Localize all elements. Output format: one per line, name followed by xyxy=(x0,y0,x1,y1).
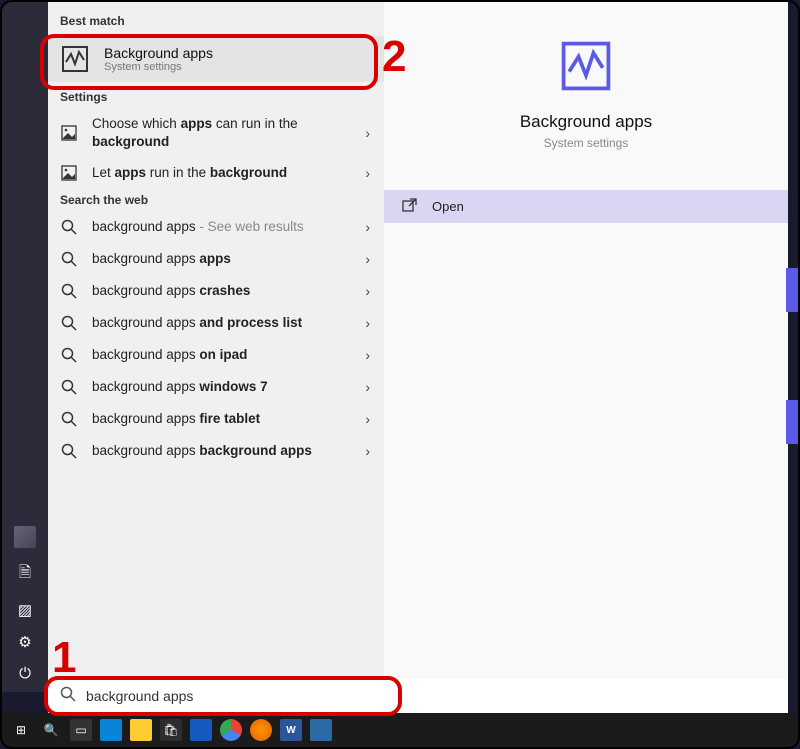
open-button[interactable]: Open xyxy=(384,190,788,223)
accent-bar xyxy=(786,400,798,444)
user-avatar[interactable] xyxy=(14,526,36,548)
search-icon xyxy=(60,410,78,428)
web-result-label: background apps crashes xyxy=(92,282,372,300)
search-icon xyxy=(60,442,78,460)
settings-result-label: Choose which apps can run in the backgro… xyxy=(92,115,372,150)
search-button[interactable]: 🔍 xyxy=(40,719,62,741)
best-match-subtitle: System settings xyxy=(104,61,213,73)
open-label: Open xyxy=(432,199,464,214)
mail-icon[interactable] xyxy=(190,719,212,741)
web-result[interactable]: background apps crashes› xyxy=(48,275,384,307)
settings-result[interactable]: Choose which apps can run in the backgro… xyxy=(48,108,384,157)
start-button[interactable]: ⊞ xyxy=(10,719,32,741)
settings-result-label: Let apps run in the background xyxy=(92,164,372,182)
search-icon xyxy=(60,314,78,332)
results-column: Best match Background apps System settin… xyxy=(48,2,384,692)
chevron-right-icon: › xyxy=(365,411,370,427)
web-result-label: background apps apps xyxy=(92,250,372,268)
pictures-icon[interactable]: ▨ xyxy=(18,601,32,619)
web-result[interactable]: background apps - See web results› xyxy=(48,211,384,243)
web-result[interactable]: background apps and process list› xyxy=(48,307,384,339)
web-result[interactable]: background apps windows 7› xyxy=(48,371,384,403)
activity-icon xyxy=(556,36,616,96)
web-result-label: background apps background apps xyxy=(92,442,372,460)
app-icon[interactable] xyxy=(310,719,332,741)
web-result[interactable]: background apps apps› xyxy=(48,243,384,275)
best-match-item[interactable]: Background apps System settings xyxy=(48,36,384,82)
annotation-number-1: 1 xyxy=(52,633,76,683)
best-match-title: Background apps xyxy=(104,45,213,61)
settings-gear-icon[interactable]: ⚙ xyxy=(18,633,31,651)
word-icon[interactable]: W xyxy=(280,719,302,741)
section-best-match: Best match xyxy=(48,10,384,32)
picture-icon xyxy=(60,124,78,142)
chevron-right-icon: › xyxy=(365,219,370,235)
edge-icon[interactable] xyxy=(100,719,122,741)
web-result-label: background apps fire tablet xyxy=(92,410,372,428)
chrome-icon[interactable] xyxy=(220,719,242,741)
chevron-right-icon: › xyxy=(365,315,370,331)
search-icon xyxy=(60,686,76,707)
search-icon xyxy=(60,346,78,364)
open-icon xyxy=(402,198,418,215)
web-result-label: background apps and process list xyxy=(92,314,372,332)
left-rail: 🗎 ▨ ⚙ ⏻ xyxy=(2,2,48,692)
taskbar: ⊞ 🔍 ▭ 🛍 W xyxy=(2,713,798,747)
chevron-right-icon: › xyxy=(365,379,370,395)
web-result-label: background apps on ipad xyxy=(92,346,372,364)
store-icon[interactable]: 🛍 xyxy=(160,719,182,741)
annotation-number-2: 2 xyxy=(382,32,406,82)
web-result[interactable]: background apps on ipad› xyxy=(48,339,384,371)
document-icon[interactable]: 🗎 xyxy=(19,562,31,587)
search-panel: Best match Background apps System settin… xyxy=(48,2,788,692)
web-result[interactable]: background apps background apps› xyxy=(48,435,384,467)
preview-subtitle: System settings xyxy=(544,136,629,150)
search-icon xyxy=(60,378,78,396)
chevron-right-icon: › xyxy=(365,165,370,181)
web-result-label: background apps - See web results xyxy=(92,218,372,236)
chevron-right-icon: › xyxy=(365,125,370,141)
activity-icon xyxy=(60,44,90,74)
section-web: Search the web xyxy=(48,189,384,211)
preview-title: Background apps xyxy=(520,112,652,132)
window-frame: 🗎 ▨ ⚙ ⏻ Best match Background apps Syste… xyxy=(0,0,800,749)
search-icon xyxy=(60,250,78,268)
explorer-icon[interactable] xyxy=(130,719,152,741)
settings-result[interactable]: Let apps run in the background› xyxy=(48,157,384,189)
chevron-right-icon: › xyxy=(365,347,370,363)
section-settings: Settings xyxy=(48,86,384,108)
chevron-right-icon: › xyxy=(365,251,370,267)
power-icon[interactable]: ⏻ xyxy=(19,665,31,682)
accent-bar xyxy=(786,268,798,312)
search-box[interactable] xyxy=(48,679,788,713)
search-icon xyxy=(60,218,78,236)
search-icon xyxy=(60,282,78,300)
chevron-right-icon: › xyxy=(365,443,370,459)
firefox-icon[interactable] xyxy=(250,719,272,741)
web-result-label: background apps windows 7 xyxy=(92,378,372,396)
preview-column: Background apps System settings Open xyxy=(384,2,788,692)
web-result[interactable]: background apps fire tablet› xyxy=(48,403,384,435)
search-input[interactable] xyxy=(86,688,776,704)
chevron-right-icon: › xyxy=(365,283,370,299)
taskview-icon[interactable]: ▭ xyxy=(70,719,92,741)
picture-icon xyxy=(60,164,78,182)
